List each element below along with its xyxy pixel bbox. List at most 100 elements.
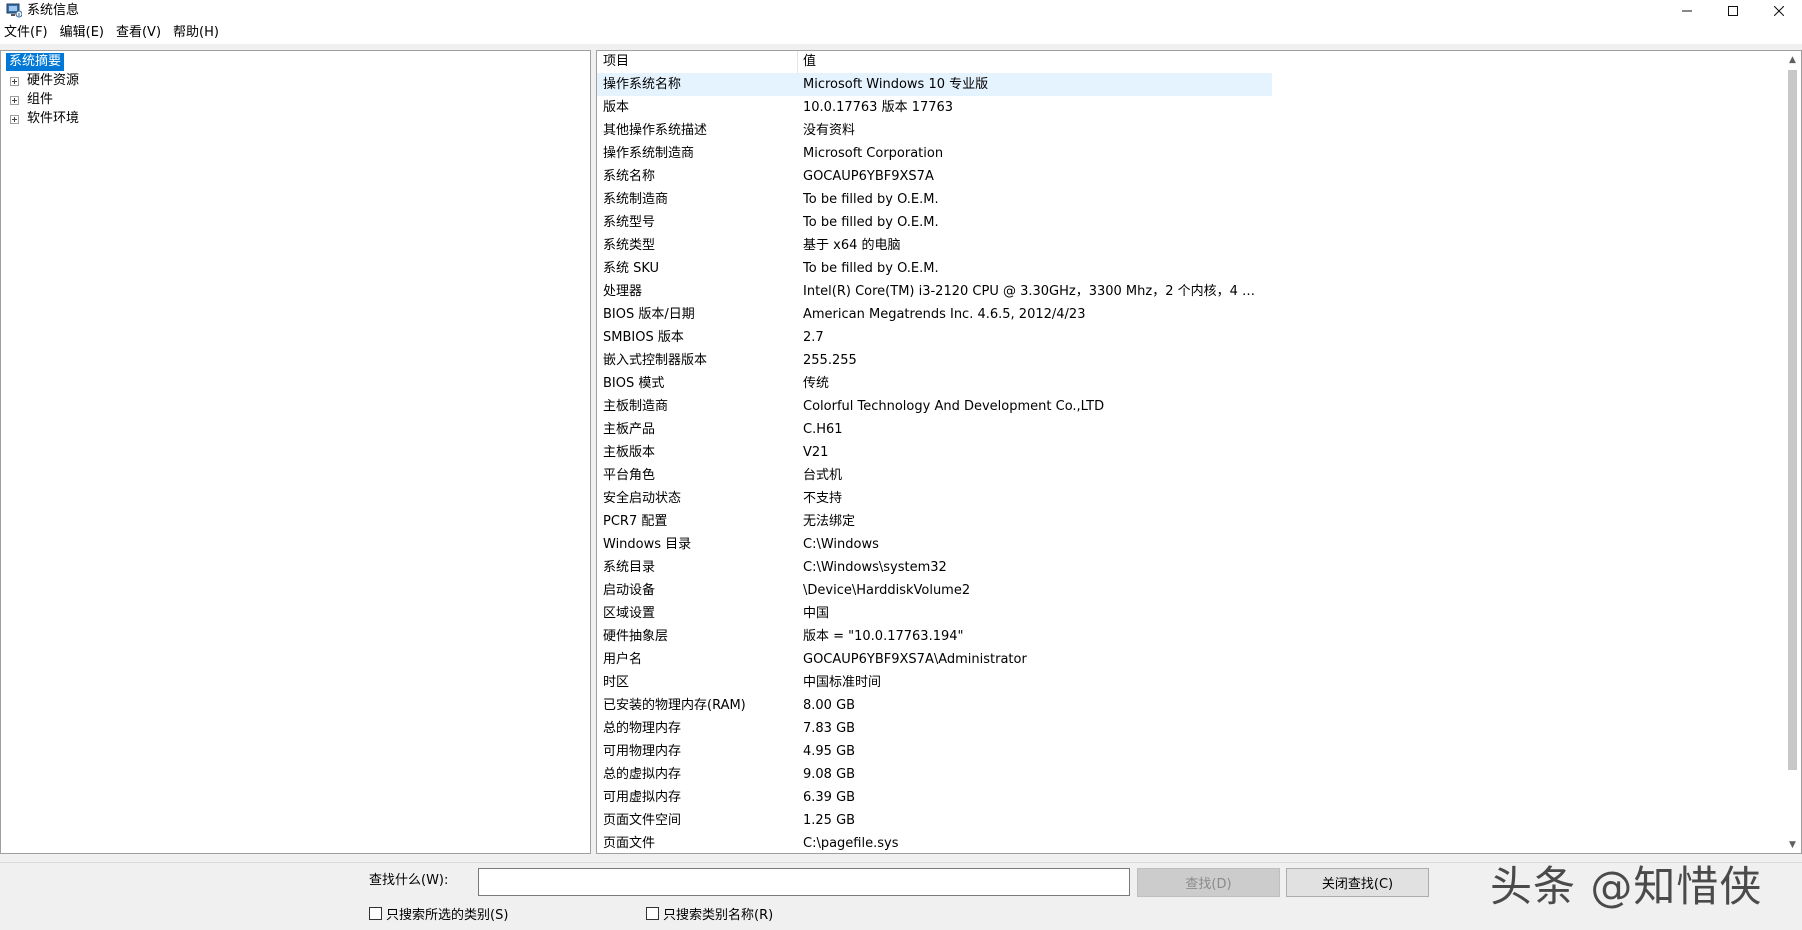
row-item-value: To be filled by O.E.M. (803, 192, 939, 207)
menu-help[interactable]: 帮助(H) (167, 23, 225, 43)
row-item-name: 可用虚拟内存 (603, 790, 682, 805)
row-item-name: 主板制造商 (603, 399, 669, 414)
close-window-button[interactable] (1756, 0, 1802, 22)
list-row[interactable]: 可用物理内存 4.95 GB (597, 740, 1782, 763)
list-row[interactable]: 系统制造商 To be filled by O.E.M. (597, 188, 1782, 211)
column-header-item[interactable]: 项目 (603, 51, 629, 73)
row-item-name: Windows 目录 (603, 537, 692, 552)
list-rows: 操作系统名称 Microsoft Windows 10 专业版版本 10.0.177… (597, 73, 1782, 853)
list-row[interactable]: 操作系统制造商 Microsoft Corporation (597, 142, 1782, 165)
row-item-name: 系统目录 (603, 560, 656, 575)
expand-plus-icon[interactable] (10, 96, 19, 105)
row-item-name: 系统型号 (603, 215, 656, 230)
column-header-value[interactable]: 值 (803, 51, 816, 73)
row-item-name: 页面文件 (603, 836, 656, 851)
list-row[interactable]: 主板产品 C.H61 (597, 418, 1782, 441)
list-row[interactable]: 其他操作系统描述 没有资料 (597, 119, 1782, 142)
tree-item-label: 硬件资源 (27, 73, 80, 88)
search-category-names-option[interactable]: 只搜索类别名称(R) (646, 903, 773, 923)
search-category-names-checkbox[interactable] (646, 906, 659, 920)
row-item-name: SMBIOS 版本 (603, 330, 684, 345)
list-row[interactable]: 版本 10.0.17763 版本 17763 (597, 96, 1782, 119)
list-row[interactable]: 区域设置 中国 (597, 602, 1782, 625)
list-row[interactable]: 平台角色 台式机 (597, 464, 1782, 487)
list-row[interactable]: 时区 中国标准时间 (597, 671, 1782, 694)
list-row[interactable]: 页面文件 C:\pagefile.sys (597, 832, 1782, 853)
scroll-down-button[interactable]: ▼ (1784, 836, 1801, 853)
list-row[interactable]: 启动设备 \Device\HarddiskVolume2 (597, 579, 1782, 602)
row-item-name: PCR7 配置 (603, 514, 668, 529)
list-row[interactable]: 主板制造商 Colorful Technology And Development… (597, 395, 1782, 418)
list-row[interactable]: 页面文件空间 1.25 GB (597, 809, 1782, 832)
scrollbar-thumb[interactable] (1788, 70, 1797, 770)
details-list[interactable]: 项目 值 操作系统名称 Microsoft Windows 10 专业版版本 10.… (596, 50, 1802, 854)
maximize-button[interactable] (1710, 0, 1756, 22)
list-row[interactable]: Windows 目录 C:\Windows (597, 533, 1782, 556)
list-row[interactable]: BIOS 版本/日期 American Megatrends Inc. 4.6.5… (597, 303, 1782, 326)
list-row[interactable]: 系统目录 C:\Windows\system32 (597, 556, 1782, 579)
row-item-name: 硬件抽象层 (603, 629, 669, 644)
row-item-name: 用户名 (603, 652, 643, 667)
system-info-app-icon (6, 3, 22, 18)
find-button[interactable]: 查找(D) (1137, 868, 1280, 897)
row-item-name: 区域设置 (603, 606, 656, 621)
row-item-value: C:\Windows (803, 537, 879, 552)
list-row[interactable]: SMBIOS 版本 2.7 (597, 326, 1782, 349)
list-header: 项目 值 (597, 51, 1272, 74)
list-row[interactable]: 嵌入式控制器版本 255.255 (597, 349, 1782, 372)
row-item-name: 主板版本 (603, 445, 656, 460)
minimize-button[interactable] (1664, 0, 1710, 22)
list-row[interactable]: 系统类型 基于 x64 的电脑 (597, 234, 1782, 257)
row-item-value: GOCAUP6YBF9XS7A (803, 169, 934, 184)
list-row[interactable]: 系统型号 To be filled by O.E.M. (597, 211, 1782, 234)
chevron-up-icon: ▲ (1789, 54, 1796, 65)
list-row[interactable]: 安全启动状态 不支持 (597, 487, 1782, 510)
list-row[interactable]: 用户名 GOCAUP6YBF9XS7A\Administrator (597, 648, 1782, 671)
search-selected-category-checkbox[interactable] (369, 906, 382, 920)
list-row[interactable]: BIOS 模式 传统 (597, 372, 1782, 395)
list-row[interactable]: 主板版本 V21 (597, 441, 1782, 464)
checkbox-label: 只搜索所选的类别(S) (386, 907, 509, 923)
row-item-name: BIOS 模式 (603, 376, 665, 391)
list-row[interactable]: 总的虚拟内存 9.08 GB (597, 763, 1782, 786)
close-find-button[interactable]: 关闭查找(C) (1286, 868, 1429, 897)
list-row[interactable]: 可用虚拟内存 6.39 GB (597, 786, 1782, 809)
row-item-value: 8.00 GB (803, 698, 856, 713)
expand-plus-icon[interactable] (10, 115, 19, 124)
list-row[interactable]: 系统 SKU To be filled by O.E.M. (597, 257, 1782, 280)
row-item-name: 系统类型 (603, 238, 656, 253)
find-input[interactable] (478, 868, 1130, 896)
row-item-name: 主板产品 (603, 422, 656, 437)
list-row[interactable]: 总的物理内存 7.83 GB (597, 717, 1782, 740)
list-row[interactable]: 操作系统名称 Microsoft Windows 10 专业版 (597, 73, 1272, 96)
content-area: 系统摘要 硬件资源 组件 软件环境 项目 值 操作系统名称 Microsoft W… (0, 44, 1802, 862)
row-item-value: 4.95 GB (803, 744, 856, 759)
row-item-name: BIOS 版本/日期 (603, 307, 695, 322)
row-item-value: 10.0.17763 版本 17763 (803, 100, 954, 115)
row-item-name: 版本 (603, 100, 630, 115)
expand-plus-icon[interactable] (10, 77, 19, 86)
row-item-value: 9.08 GB (803, 767, 856, 782)
search-selected-category-option[interactable]: 只搜索所选的类别(S) (369, 903, 508, 923)
row-item-name: 总的虚拟内存 (603, 767, 682, 782)
list-row[interactable]: PCR7 配置 无法绑定 (597, 510, 1782, 533)
row-item-value: C:\pagefile.sys (803, 836, 899, 851)
row-item-name: 已安装的物理内存(RAM) (603, 698, 746, 713)
list-row[interactable]: 系统名称 GOCAUP6YBF9XS7A (597, 165, 1782, 188)
vertical-scrollbar[interactable]: ▲ ▼ (1784, 51, 1801, 853)
menu-edit[interactable]: 编辑(E) (54, 23, 110, 43)
row-item-value: GOCAUP6YBF9XS7A\Administrator (803, 652, 1027, 667)
list-row[interactable]: 硬件抽象层 版本 = "10.0.17763.194" (597, 625, 1782, 648)
row-item-value: Colorful Technology And Development Co.,… (803, 399, 1105, 414)
row-item-value: C.H61 (803, 422, 843, 437)
menu-view[interactable]: 查看(V) (110, 23, 167, 43)
list-row[interactable]: 处理器 Intel(R) Core(TM) i3-2120 CPU @ 3.30G… (597, 280, 1782, 303)
list-row[interactable]: 已安装的物理内存(RAM) 8.00 GB (597, 694, 1782, 717)
category-tree[interactable]: 系统摘要 硬件资源 组件 软件环境 (0, 50, 591, 854)
row-item-value: 255.255 (803, 353, 857, 368)
column-divider[interactable] (797, 51, 798, 73)
menu-file[interactable]: 文件(F) (0, 23, 54, 43)
row-item-name: 平台角色 (603, 468, 656, 483)
scroll-up-button[interactable]: ▲ (1784, 51, 1801, 68)
row-item-value: To be filled by O.E.M. (803, 215, 939, 230)
